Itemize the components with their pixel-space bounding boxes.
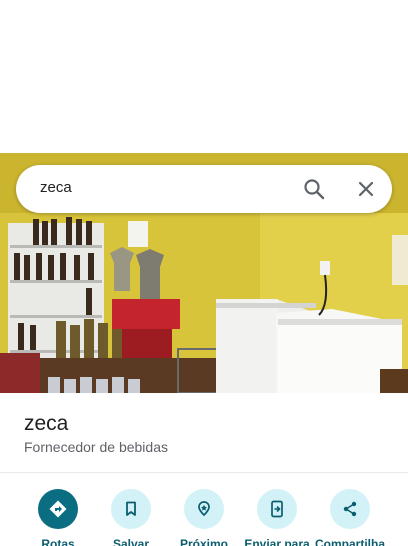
divider — [0, 472, 408, 473]
directions-icon — [38, 489, 78, 529]
nearby-label: Próximo — [179, 537, 228, 546]
directions-button[interactable]: Rotas — [18, 487, 98, 546]
send-to-phone-label: Enviar para — [244, 537, 310, 546]
send-to-phone-icon — [257, 489, 297, 529]
place-title: zeca — [24, 412, 69, 435]
save-label: Salvar — [112, 537, 150, 546]
share-button[interactable]: Compartilha — [310, 487, 390, 546]
action-bar: Rotas Salvar Próximo Enviar para Compart… — [0, 487, 408, 546]
share-icon — [330, 489, 370, 529]
search-icon[interactable] — [302, 177, 326, 201]
save-button[interactable]: Salvar — [91, 487, 171, 546]
place-category: Fornecedor de bebidas — [24, 439, 168, 455]
search-bar[interactable]: zeca — [16, 165, 392, 213]
bookmark-icon — [111, 489, 151, 529]
share-label: Compartilha — [314, 537, 385, 546]
map-area-blank — [0, 0, 408, 153]
close-icon[interactable] — [354, 177, 378, 201]
nearby-icon — [184, 489, 224, 529]
search-input[interactable]: zeca — [40, 179, 72, 196]
send-to-phone-button[interactable]: Enviar para — [237, 487, 317, 546]
nearby-button[interactable]: Próximo — [164, 487, 244, 546]
directions-label: Rotas — [41, 537, 75, 546]
